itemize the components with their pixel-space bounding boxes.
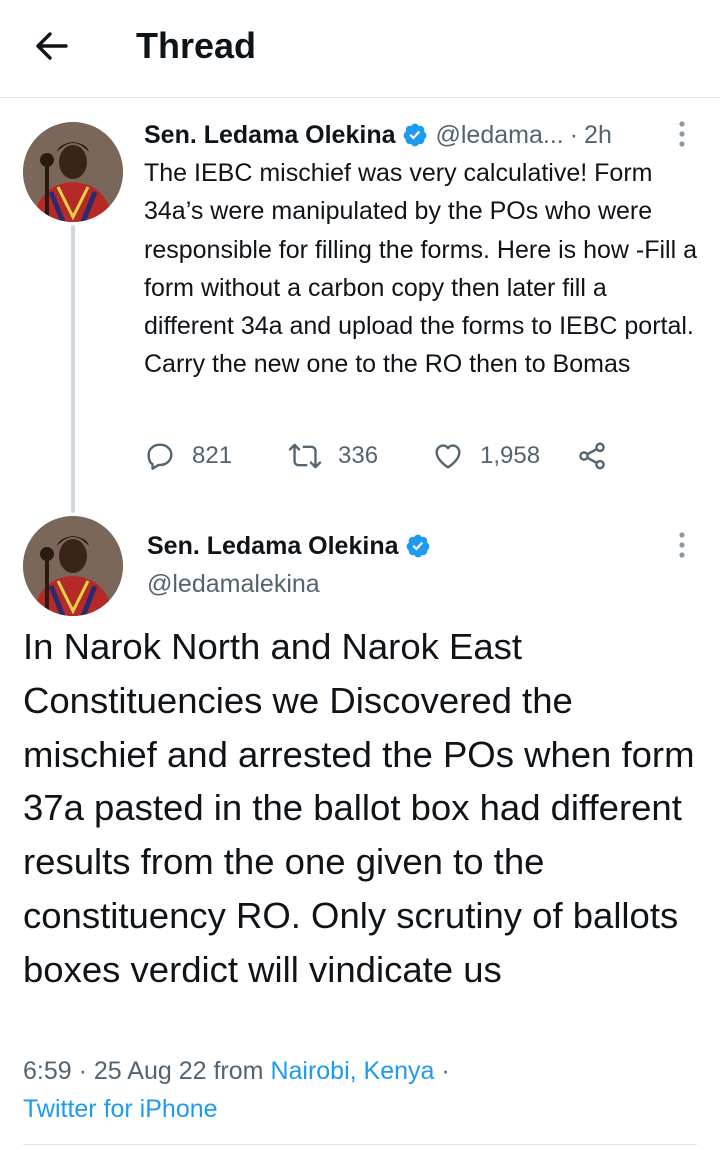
retweet-button[interactable]: 336: [288, 434, 378, 478]
share-icon: [579, 442, 605, 470]
tweet-time[interactable]: 2h: [584, 121, 612, 150]
more-icon: [679, 121, 685, 147]
from-label: from: [213, 1057, 264, 1085]
separator-dot: ·: [441, 1057, 450, 1085]
arrow-left-icon: [36, 32, 68, 60]
author-name[interactable]: Sen. Ledama Olekina: [147, 532, 399, 561]
client-link[interactable]: Twitter for iPhone: [23, 1095, 218, 1123]
tweet-text: The IEBC mischief was very calculative! …: [144, 159, 697, 379]
separator-dot: ·: [78, 1057, 87, 1085]
tweet-date[interactable]: 25 Aug 22: [94, 1057, 207, 1085]
top-bar: Thread: [0, 0, 720, 98]
tweet-text-main: In Narok North and Narok East Constituen…: [23, 626, 695, 990]
reply-button[interactable]: 821: [144, 434, 232, 478]
tweet-timestamp[interactable]: 6:59: [23, 1057, 72, 1085]
tweet-meta: 6:59 · 25 Aug 22 from Nairobi, Kenya · T…: [23, 1052, 703, 1128]
more-button[interactable]: [667, 117, 697, 151]
retweet-icon: [288, 443, 322, 469]
separator-dot: ·: [569, 120, 579, 149]
like-icon: [435, 444, 461, 469]
like-button[interactable]: 1,958: [432, 434, 540, 478]
tweet2-name-row: Sen. Ledama Olekina: [147, 527, 431, 565]
more-icon: [679, 532, 685, 558]
avatar[interactable]: [23, 516, 123, 616]
avatar[interactable]: [23, 122, 123, 222]
retweet-count: 336: [338, 442, 379, 469]
divider: [23, 1144, 697, 1145]
author-handle[interactable]: @ledamalekina: [147, 570, 320, 599]
author-name[interactable]: Sen. Ledama Olekina: [144, 121, 396, 150]
author-handle[interactable]: @ledama...: [436, 121, 564, 150]
reply-count: 821: [192, 442, 233, 469]
back-button[interactable]: [26, 24, 78, 68]
like-count: 1,958: [480, 442, 541, 469]
more-button[interactable]: [667, 528, 697, 562]
share-button[interactable]: [576, 434, 608, 478]
page-title: Thread: [136, 25, 257, 66]
verified-icon: [405, 533, 431, 559]
location-link[interactable]: Nairobi, Kenya: [270, 1057, 434, 1085]
reply-icon: [147, 443, 173, 470]
thread-connector: [71, 225, 75, 513]
tweet-actions: 821 336 1,958: [144, 434, 624, 478]
tweet1-header: Sen. Ledama Olekina @ledama... · 2h: [144, 116, 612, 154]
verified-icon: [402, 122, 428, 148]
